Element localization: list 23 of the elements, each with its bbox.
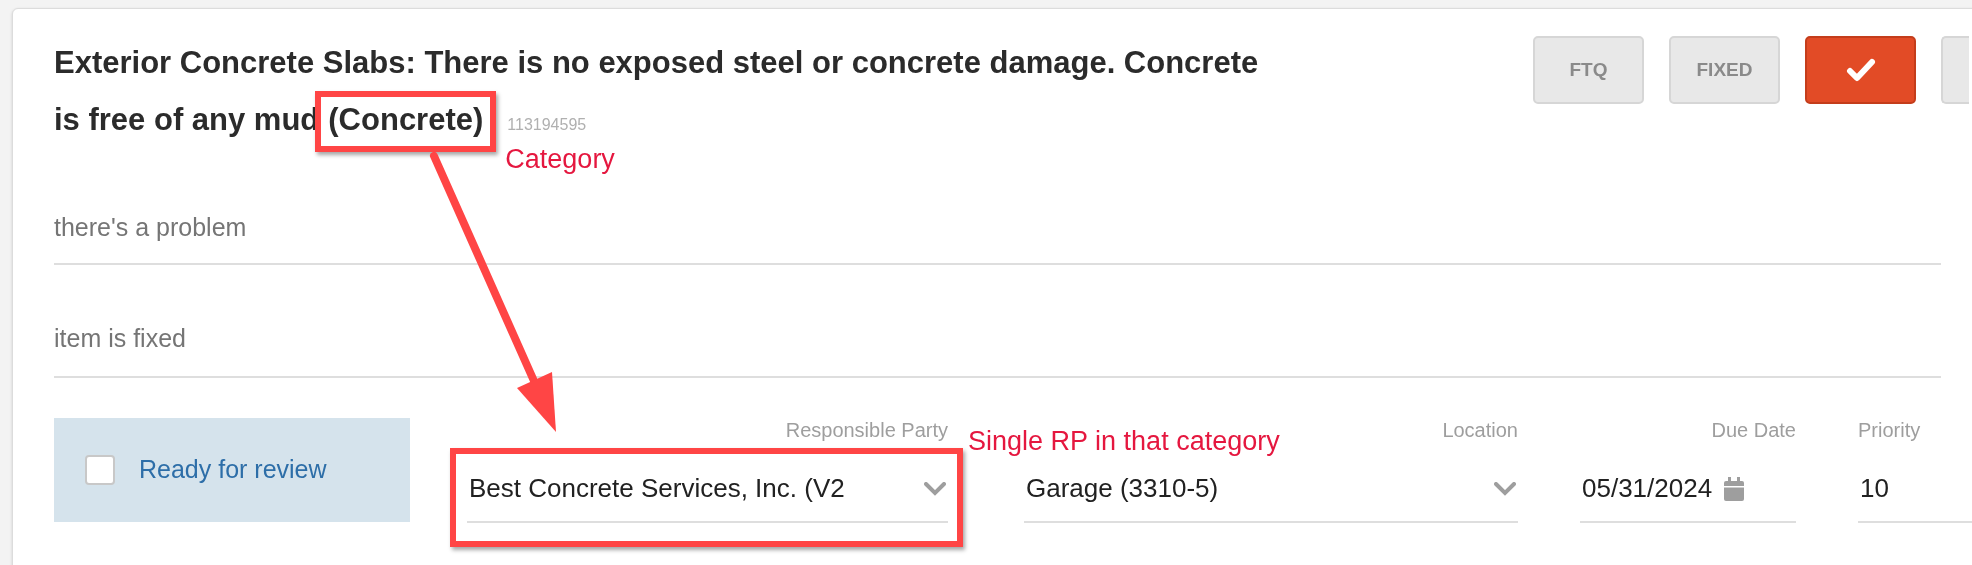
checkbox-label: Ready for review bbox=[139, 454, 327, 486]
approve-button[interactable] bbox=[1805, 36, 1916, 104]
field-label: Priority bbox=[1858, 418, 1921, 442]
note-field[interactable]: there's a problem bbox=[54, 183, 1941, 265]
checkmark-icon bbox=[1845, 58, 1876, 82]
dropdown-field[interactable]: Best Concrete Services, Inc. (V2 bbox=[467, 460, 948, 523]
note-field[interactable]: item is fixed bbox=[54, 265, 1941, 378]
category-label: (Concrete) bbox=[328, 102, 484, 137]
annotation-label: Single RP in that category bbox=[968, 425, 1280, 458]
dropdown-field[interactable]: Garage (3310-5) bbox=[1024, 460, 1518, 523]
field-label: Due Date bbox=[1711, 418, 1796, 442]
item-title: Exterior Concrete Slabs: There is no exposed steel or concrete damage. Concrete bbox=[54, 44, 1259, 82]
item-id: 113194595 bbox=[507, 115, 587, 135]
field-label: Location bbox=[1442, 418, 1518, 442]
checkbox[interactable] bbox=[85, 455, 115, 485]
calendar-icon bbox=[1724, 476, 1745, 501]
chevron-down-icon bbox=[1494, 481, 1516, 496]
date-field[interactable]: 05/31/2024 bbox=[1580, 460, 1796, 523]
input-field[interactable]: 10 bbox=[1858, 460, 1972, 523]
field-label: Responsible Party bbox=[785, 418, 948, 442]
annotation-label: Category bbox=[505, 143, 615, 176]
chevron-down-icon bbox=[924, 481, 946, 496]
action-button[interactable] bbox=[1941, 36, 1969, 104]
